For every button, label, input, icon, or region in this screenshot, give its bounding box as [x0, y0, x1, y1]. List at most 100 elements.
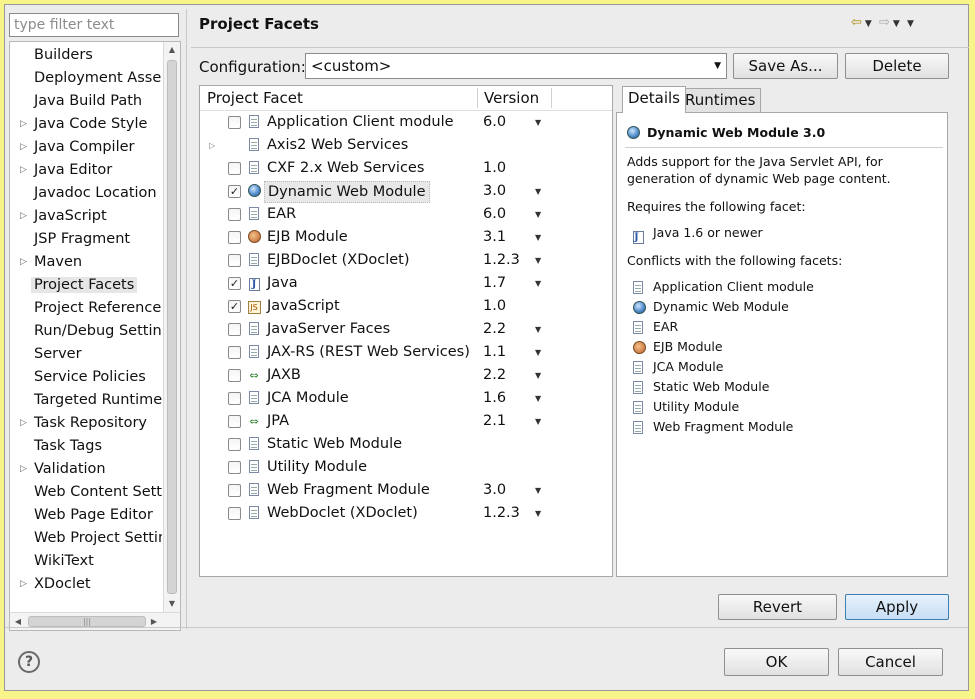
filter-input[interactable]	[9, 13, 179, 37]
column-header-facet[interactable]: Project Facet	[200, 86, 476, 110]
expand-arrow-icon[interactable]: ▷	[20, 159, 27, 182]
forward-arrow-icon[interactable]: ⇨	[879, 15, 890, 30]
facet-version[interactable]: 6.0	[483, 203, 506, 226]
facet-row[interactable]: ⇔ JPA 2.1 ▼	[200, 410, 612, 433]
horizontal-scroll-thumb[interactable]: |||	[28, 616, 146, 627]
version-dropdown-chevron-down-icon[interactable]: ▼	[535, 341, 541, 364]
help-icon[interactable]: ?	[18, 651, 40, 673]
version-dropdown-chevron-down-icon[interactable]: ▼	[535, 203, 541, 226]
version-dropdown-chevron-down-icon[interactable]: ▼	[535, 387, 541, 410]
facet-checkbox[interactable]	[228, 346, 241, 359]
facet-checkbox[interactable]	[228, 507, 241, 520]
panel-divider[interactable]	[186, 9, 187, 629]
facet-version[interactable]: 6.0	[483, 111, 506, 134]
version-dropdown-chevron-down-icon[interactable]: ▼	[535, 502, 541, 525]
version-dropdown-chevron-down-icon[interactable]: ▼	[535, 180, 541, 203]
facet-version[interactable]: 2.2	[483, 364, 506, 387]
facet-version[interactable]: 1.7	[483, 272, 506, 295]
facet-row[interactable]: Application Client module 6.0 ▼	[200, 111, 612, 134]
tree-item[interactable]: Web Content Settings	[10, 481, 162, 504]
tree-item[interactable]: Deployment Assembly	[10, 67, 162, 90]
tab-details[interactable]: Details	[622, 86, 687, 113]
tree-item[interactable]: ▷ Task Repository	[10, 412, 162, 435]
facet-checkbox[interactable]	[228, 369, 241, 382]
facet-checkbox[interactable]: ✓	[228, 185, 241, 198]
delete-button[interactable]: Delete	[845, 53, 949, 79]
facet-version[interactable]: 3.0	[483, 180, 506, 203]
facet-version[interactable]: 1.6	[483, 387, 506, 410]
facet-checkbox[interactable]	[228, 162, 241, 175]
facet-row[interactable]: Utility Module	[200, 456, 612, 479]
tree-item[interactable]: Java Build Path	[10, 90, 162, 113]
scroll-up-arrow-icon[interactable]: ▲	[164, 42, 180, 58]
facet-version[interactable]: 2.1	[483, 410, 506, 433]
tree-item[interactable]: ▷ Java Compiler	[10, 136, 162, 159]
expand-arrow-icon[interactable]: ▷	[20, 412, 27, 435]
expand-arrow-icon[interactable]: ▷	[20, 113, 27, 136]
facet-version[interactable]: 1.2.3	[483, 249, 520, 272]
tree-item[interactable]: Web Page Editor	[10, 504, 162, 527]
configuration-select[interactable]: <custom> ▼	[305, 53, 727, 79]
facet-checkbox[interactable]	[228, 392, 241, 405]
facet-checkbox[interactable]	[228, 438, 241, 451]
facet-row[interactable]: ✓ JS JavaScript 1.0	[200, 295, 612, 318]
facet-checkbox[interactable]: ✓	[228, 277, 241, 290]
facet-version[interactable]: 1.2.3	[483, 502, 520, 525]
tree-item[interactable]: Task Tags	[10, 435, 162, 458]
tree-item[interactable]: Service Policies	[10, 366, 162, 389]
tree-item[interactable]: Run/Debug Settings	[10, 320, 162, 343]
tree-item[interactable]: Targeted Runtimes	[10, 389, 162, 412]
facet-row[interactable]: EJB Module 3.1 ▼	[200, 226, 612, 249]
version-dropdown-chevron-down-icon[interactable]: ▼	[535, 364, 541, 387]
ok-button[interactable]: OK	[724, 648, 829, 676]
tree-item[interactable]: Builders	[10, 44, 162, 67]
facet-row[interactable]: EAR 6.0 ▼	[200, 203, 612, 226]
vertical-scroll-thumb[interactable]	[167, 60, 177, 594]
tree-item[interactable]: WikiText	[10, 550, 162, 573]
back-arrow-icon[interactable]: ⇦	[851, 15, 862, 30]
save-as-button[interactable]: Save As...	[733, 53, 838, 79]
tree-item[interactable]: Javadoc Location	[10, 182, 162, 205]
facet-row[interactable]: ▷ Axis2 Web Services	[200, 134, 612, 157]
facet-checkbox[interactable]: ✓	[228, 300, 241, 313]
facet-checkbox[interactable]	[228, 208, 241, 221]
tree-item[interactable]: Web Project Settings	[10, 527, 162, 550]
facet-row[interactable]: JAX-RS (REST Web Services) 1.1 ▼	[200, 341, 612, 364]
facet-row[interactable]: EJBDoclet (XDoclet) 1.2.3 ▼	[200, 249, 612, 272]
facet-checkbox[interactable]	[228, 461, 241, 474]
facet-version[interactable]: 1.1	[483, 341, 506, 364]
version-dropdown-chevron-down-icon[interactable]: ▼	[535, 318, 541, 341]
facet-row[interactable]: CXF 2.x Web Services 1.0	[200, 157, 612, 180]
facet-row[interactable]: Web Fragment Module 3.0 ▼	[200, 479, 612, 502]
expand-arrow-icon[interactable]: ▷	[20, 458, 27, 481]
facet-checkbox[interactable]	[228, 116, 241, 129]
scroll-down-arrow-icon[interactable]: ▼	[164, 596, 180, 612]
facet-row[interactable]: WebDoclet (XDoclet) 1.2.3 ▼	[200, 502, 612, 525]
facet-row[interactable]: JCA Module 1.6 ▼	[200, 387, 612, 410]
facet-checkbox[interactable]	[228, 415, 241, 428]
expand-arrow-icon[interactable]: ▷	[209, 134, 215, 157]
facet-row[interactable]: Static Web Module	[200, 433, 612, 456]
cancel-button[interactable]: Cancel	[838, 648, 943, 676]
tree-item[interactable]: Project Facets	[10, 274, 162, 297]
facet-row[interactable]: ✓ Dynamic Web Module 3.0 ▼	[200, 180, 612, 203]
column-header-version[interactable]: Version	[477, 86, 549, 110]
expand-arrow-icon[interactable]: ▷	[20, 136, 27, 159]
facet-checkbox[interactable]	[228, 231, 241, 244]
facet-version[interactable]: 1.0	[483, 157, 506, 180]
facet-version[interactable]: 3.1	[483, 226, 506, 249]
facet-row[interactable]: JavaServer Faces 2.2 ▼	[200, 318, 612, 341]
expand-arrow-icon[interactable]: ▷	[20, 205, 27, 228]
revert-button[interactable]: Revert	[718, 594, 837, 620]
tree-item[interactable]: Project References	[10, 297, 162, 320]
facet-row[interactable]: ✓ J Java 1.7 ▼	[200, 272, 612, 295]
tree-item[interactable]: ▷ XDoclet	[10, 573, 162, 596]
tree-item[interactable]: Server	[10, 343, 162, 366]
back-menu-chevron-down-icon[interactable]: ▼	[865, 19, 872, 29]
forward-menu-chevron-down-icon[interactable]: ▼	[893, 19, 900, 29]
version-dropdown-chevron-down-icon[interactable]: ▼	[535, 226, 541, 249]
version-dropdown-chevron-down-icon[interactable]: ▼	[535, 410, 541, 433]
tree-vertical-scrollbar[interactable]: ▲ ▼	[163, 42, 180, 612]
expand-arrow-icon[interactable]: ▷	[20, 573, 27, 596]
version-dropdown-chevron-down-icon[interactable]: ▼	[535, 479, 541, 502]
